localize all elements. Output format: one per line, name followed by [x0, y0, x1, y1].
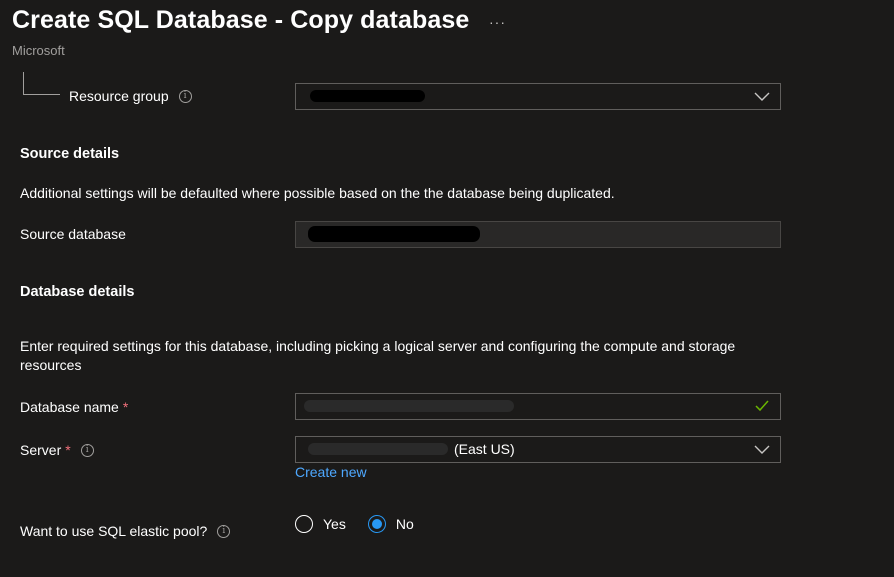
database-name-label-row: Database name * — [20, 399, 128, 415]
redacted-value — [304, 400, 514, 412]
required-marker: * — [65, 442, 71, 458]
database-name-input[interactable] — [295, 393, 781, 420]
redacted-value — [308, 443, 448, 455]
source-database-label: Source database — [20, 226, 126, 242]
database-details-heading: Database details — [20, 284, 135, 300]
redacted-value — [310, 90, 425, 102]
source-details-description: Additional settings will be defaulted wh… — [20, 185, 615, 201]
checkmark-icon — [755, 400, 769, 412]
tree-connector — [23, 72, 60, 95]
page-subtitle: Microsoft — [12, 43, 65, 58]
server-value: (East US) — [454, 441, 515, 457]
info-icon[interactable]: i — [217, 524, 231, 538]
source-database-field — [295, 221, 781, 248]
elastic-pool-option-no[interactable]: No — [367, 515, 414, 533]
resource-group-dropdown[interactable] — [295, 83, 781, 110]
page-title: Create SQL Database - Copy database — [12, 6, 470, 34]
radio-button-checked[interactable] — [367, 515, 386, 533]
resource-group-label: Resource group — [69, 88, 169, 104]
database-details-description: Enter required settings for this databas… — [20, 338, 736, 373]
elastic-pool-option-yes[interactable]: Yes — [295, 515, 346, 533]
info-icon[interactable]: i — [178, 89, 192, 103]
elastic-pool-label-row: Want to use SQL elastic pool? i — [20, 523, 231, 539]
redacted-value — [308, 226, 480, 242]
radio-button[interactable] — [295, 515, 313, 533]
source-details-heading: Source details — [20, 146, 120, 162]
required-marker: * — [122, 399, 129, 415]
more-icon[interactable]: ··· — [489, 14, 506, 30]
create-new-link[interactable]: Create new — [295, 464, 367, 480]
elastic-pool-radio-group: Yes No — [295, 515, 436, 533]
server-dropdown[interactable]: (East US) — [295, 436, 781, 463]
create-sql-database-page: Create SQL Database - Copy database ··· … — [0, 0, 894, 577]
resource-group-label-row: Resource group i — [69, 88, 192, 104]
info-icon[interactable]: i — [80, 443, 94, 457]
chevron-down-icon — [754, 92, 770, 101]
server-label: Server — [20, 442, 62, 458]
database-name-label: Database name — [20, 399, 119, 415]
chevron-down-icon — [754, 445, 770, 454]
server-label-row: Server * i — [20, 442, 94, 458]
radio-label-no: No — [395, 516, 414, 532]
radio-label-yes: Yes — [323, 516, 346, 532]
elastic-pool-label: Want to use SQL elastic pool? — [20, 523, 208, 539]
